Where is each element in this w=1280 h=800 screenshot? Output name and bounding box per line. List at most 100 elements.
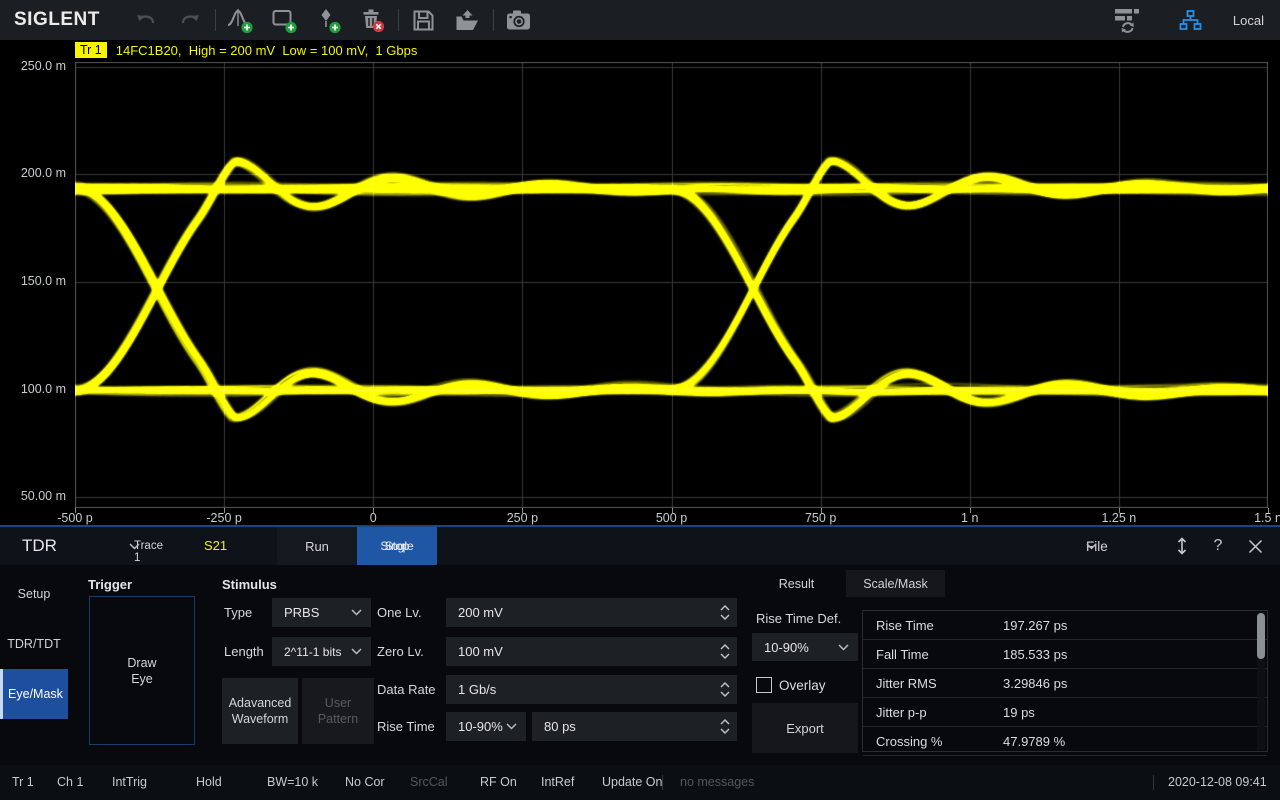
display-switch-button[interactable] xyxy=(1105,3,1149,37)
eye-diagram-plot: 250.0 m200.0 m150.0 m100.0 m50.00 m-500 … xyxy=(0,60,1280,527)
tab-tdr-tdt[interactable]: TDR/TDT xyxy=(0,619,68,669)
chevron-down-icon xyxy=(838,644,849,651)
step-down-icon xyxy=(720,691,730,697)
zero-level-field[interactable]: 100 mV xyxy=(446,637,737,666)
help-button[interactable]: ? xyxy=(1206,527,1230,565)
one-level-stepper[interactable] xyxy=(720,598,730,627)
status-item: Update On xyxy=(602,765,662,800)
trace-badge[interactable]: Tr 1 xyxy=(75,42,107,58)
x-axis-tick-label: 1.5 n xyxy=(1254,511,1280,525)
resize-panel-button[interactable] xyxy=(1170,527,1194,565)
undo-button[interactable] xyxy=(124,3,168,37)
panel-title: TDR xyxy=(22,527,57,565)
close-panel-button[interactable] xyxy=(1242,527,1268,565)
data-rate-stepper[interactable] xyxy=(720,675,730,704)
result-row: Jitter p-p19 ps xyxy=(863,698,1267,727)
result-row-label: Fall Time xyxy=(863,647,1003,662)
result-group: Result Scale/Mask Rise Time Def. 10-90% … xyxy=(745,567,1280,765)
type-label: Type xyxy=(224,598,252,627)
tab-scale-mask[interactable]: Scale/Mask xyxy=(846,570,945,597)
screenshot-button[interactable] xyxy=(497,3,541,37)
result-row-value: 185.533 ps xyxy=(1003,647,1267,662)
save-icon xyxy=(411,8,436,33)
stop-single-button[interactable]: Stop Single xyxy=(357,527,437,565)
open-icon xyxy=(454,8,481,33)
chevron-down-icon xyxy=(506,723,517,730)
result-row-value: 47.9789 % xyxy=(1003,734,1267,749)
user-pattern-button[interactable]: User Pattern xyxy=(302,678,374,744)
trace-info-bar: Tr 1 14FC1B20, High = 200 mV Low = 100 m… xyxy=(0,40,1280,60)
rise-time-field[interactable]: 80 ps xyxy=(532,712,737,741)
one-level-field[interactable]: 200 mV xyxy=(446,598,737,627)
resize-vertical-icon xyxy=(1176,536,1188,556)
draw-eye-button[interactable]: Draw Eye xyxy=(89,596,195,745)
add-marker-button[interactable] xyxy=(307,3,351,37)
step-up-icon xyxy=(720,605,730,611)
y-axis-tick-label: 150.0 m xyxy=(0,274,66,288)
stimulus-group: Stimulus Type PRBS One Lv. 200 mV Length xyxy=(218,567,740,765)
result-row-value: 19 ps xyxy=(1003,705,1267,720)
length-label: Length xyxy=(224,637,264,666)
x-axis-tick-label: 500 p xyxy=(656,511,687,525)
network-button[interactable] xyxy=(1169,3,1213,37)
status-message: no messages xyxy=(680,765,754,800)
step-up-icon xyxy=(720,682,730,688)
open-button[interactable] xyxy=(446,3,490,37)
result-row-value: 3.29846 ps xyxy=(1003,676,1267,691)
y-axis-tick-label: 250.0 m xyxy=(0,59,66,73)
step-up-icon xyxy=(720,719,730,725)
redo-button[interactable] xyxy=(168,3,212,37)
tab-result[interactable]: Result xyxy=(747,570,846,597)
toolbar-separator xyxy=(398,9,399,31)
rise-time-label: Rise Time xyxy=(377,712,435,741)
eye-diagram-canvas xyxy=(75,62,1268,508)
instrument-screen: SIGLENT xyxy=(0,0,1280,800)
result-row-label: Crossing % xyxy=(863,734,1003,749)
x-axis-tick-label: 1.25 n xyxy=(1101,511,1136,525)
chevron-down-icon xyxy=(351,648,362,655)
delete-icon xyxy=(359,7,386,34)
result-rise-def-select[interactable]: 10-90% xyxy=(752,633,858,661)
advanced-waveform-button[interactable]: Adavanced Waveform xyxy=(222,678,298,744)
status-divider xyxy=(662,775,663,790)
trigger-group: Trigger Draw Eye xyxy=(75,567,215,765)
add-trace-button[interactable] xyxy=(219,3,263,37)
trigger-group-title: Trigger xyxy=(88,577,132,592)
data-rate-field[interactable]: 1 Gb/s xyxy=(446,675,737,704)
result-table-scrollbar[interactable] xyxy=(1257,612,1265,750)
rise-time-def-label: Rise Time Def. xyxy=(756,611,841,626)
length-select[interactable]: 2^11-1 bits xyxy=(272,637,371,666)
scrollbar-thumb[interactable] xyxy=(1257,613,1265,659)
toolbar-separator xyxy=(215,9,216,31)
zero-level-stepper[interactable] xyxy=(720,637,730,666)
result-row: Crossing %47.9789 % xyxy=(863,727,1267,756)
tab-setup[interactable]: Setup xyxy=(0,569,68,619)
result-row: Rise Time197.267 ps xyxy=(863,611,1267,640)
result-row-label: Jitter RMS xyxy=(863,676,1003,691)
delete-button[interactable] xyxy=(351,3,395,37)
data-rate-label: Data Rate xyxy=(377,675,436,704)
overlay-option[interactable]: Overlay xyxy=(756,677,826,693)
y-axis-tick-label: 50.00 m xyxy=(0,489,66,503)
status-item: Tr 1 xyxy=(12,765,34,800)
result-row-value: 197.267 ps xyxy=(1003,618,1267,633)
rise-time-stepper[interactable] xyxy=(720,712,730,741)
chevron-down-icon xyxy=(351,609,362,616)
redo-icon xyxy=(178,10,202,30)
add-trace-icon xyxy=(227,7,254,34)
trace-select-dropdown[interactable]: Trace1 xyxy=(95,527,173,565)
tab-eye-mask[interactable]: Eye/Mask xyxy=(0,669,68,719)
mode-tabs: Setup TDR/TDT Eye/Mask xyxy=(0,569,68,719)
save-button[interactable] xyxy=(402,3,446,37)
step-down-icon xyxy=(720,653,730,659)
type-select[interactable]: PRBS xyxy=(272,598,371,627)
export-button[interactable]: Export xyxy=(752,703,858,753)
run-button[interactable]: Run xyxy=(277,527,357,565)
add-window-button[interactable] xyxy=(263,3,307,37)
overlay-checkbox[interactable] xyxy=(756,677,772,693)
camera-icon xyxy=(505,8,532,32)
stimulus-group-title: Stimulus xyxy=(222,577,277,592)
rise-time-def-select[interactable]: 10-90% xyxy=(446,712,526,741)
status-item: Ch 1 xyxy=(57,765,83,800)
status-divider xyxy=(1153,775,1154,790)
